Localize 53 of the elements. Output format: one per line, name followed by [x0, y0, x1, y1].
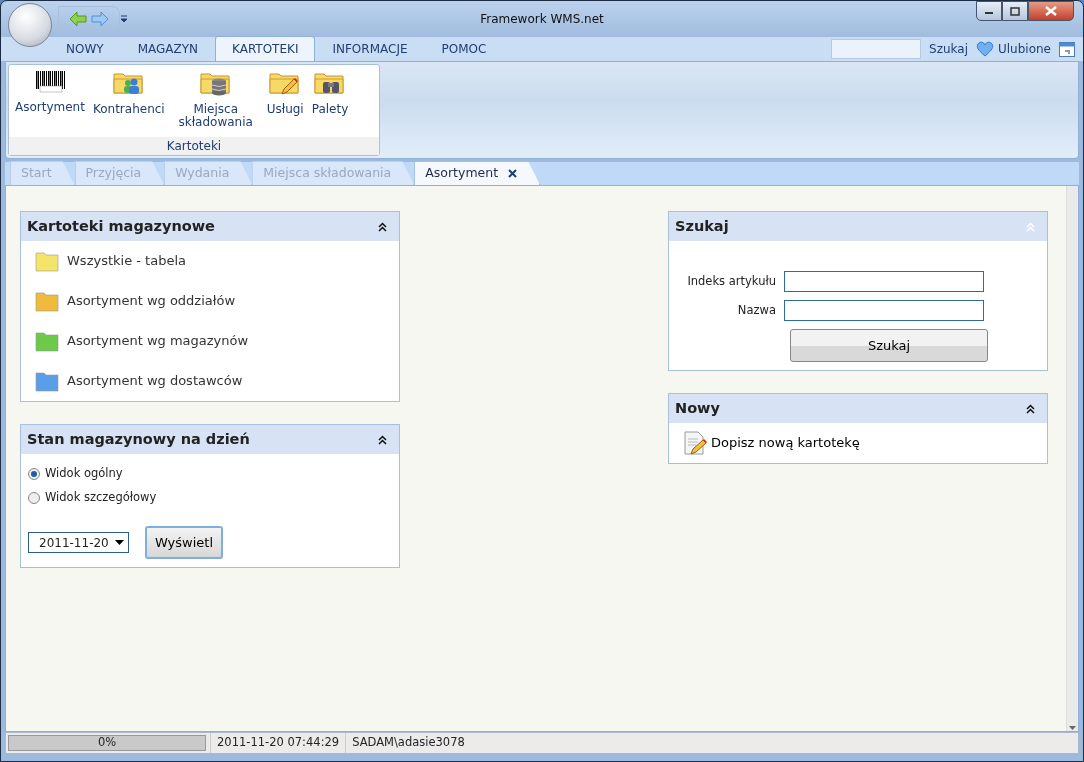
window-title: Framework WMS.net	[479, 11, 605, 28]
app-menu-orb[interactable]	[8, 3, 52, 47]
window-layout-icon[interactable]	[1059, 41, 1075, 57]
status-datetime: 2011-11-20 07:44:29	[210, 733, 346, 753]
ribbon-tab[interactable]: KARTOTEKI	[215, 36, 316, 61]
search-button[interactable]: Szukaj	[790, 329, 988, 362]
maximize-icon	[1010, 6, 1020, 16]
radio-option[interactable]: Widok ogólny	[28, 462, 123, 486]
field-label: Nazwa	[736, 301, 776, 319]
document-tab[interactable]: Asortyment	[414, 161, 541, 185]
ribbon-tab[interactable]: INFORMACJE	[315, 36, 425, 61]
ribbon-tab[interactable]: NOWY	[49, 36, 121, 61]
ribbon-tab[interactable]: POMOC	[424, 36, 504, 61]
ribbon-button[interactable]: Miejsca składowania	[168, 69, 263, 137]
show-button[interactable]: Wyświetl	[145, 526, 223, 559]
input-field[interactable]	[784, 271, 984, 292]
collapse-icon[interactable]	[1026, 403, 1035, 414]
folder-link[interactable]: Wszystkie - tabela	[35, 241, 186, 281]
ribbon-button[interactable]: Kontrahenci	[88, 69, 169, 137]
panel-title: Stan magazynowy na dzień	[27, 429, 250, 449]
close-button[interactable]	[1028, 1, 1074, 21]
new-record-link[interactable]: Dopisz nową kartotekę	[683, 431, 860, 455]
progress-reading: 0%	[97, 734, 117, 752]
ribbon-button[interactable]: Asortyment	[11, 69, 89, 137]
favorites-link[interactable]: Ulubione	[998, 40, 1051, 58]
minimize-button[interactable]	[976, 1, 1002, 21]
panel-title: Nowy	[675, 398, 720, 418]
folder-link[interactable]: Asortyment wg oddziałów	[35, 281, 236, 321]
field-label: Indeks artykułu	[686, 272, 776, 290]
input-field[interactable]	[784, 300, 984, 321]
close-icon	[1045, 6, 1057, 16]
radio-option[interactable]: Widok szczegółowy	[28, 486, 157, 510]
panel-title: Szukaj	[675, 216, 729, 236]
search-field[interactable]	[831, 39, 922, 59]
ribbon-group-label: Kartoteki	[9, 137, 379, 155]
caret-icon	[115, 540, 124, 545]
quick-access-dropdown-icon[interactable]	[120, 15, 128, 23]
document-pencil-icon	[683, 431, 707, 455]
status-user: SADAM\adasie3078	[345, 733, 471, 753]
folder-link[interactable]: Asortyment wg magazynów	[35, 321, 249, 361]
ribbon-button[interactable]: Palety	[307, 69, 353, 137]
scroll-down-arrow-icon[interactable]	[1069, 726, 1076, 731]
collapse-icon[interactable]	[378, 221, 387, 232]
search-link[interactable]: Szukaj	[929, 40, 968, 58]
ribbon-button[interactable]: Usługi	[262, 69, 308, 137]
date-dropdown[interactable]: 2011-11-20	[28, 532, 129, 553]
ribbon-tab[interactable]: MAGAZYN	[120, 36, 215, 61]
collapse-icon[interactable]	[378, 434, 387, 445]
close-icon[interactable]	[508, 169, 518, 179]
maximize-button[interactable]	[1002, 1, 1028, 21]
folder-link[interactable]: Asortyment wg dostawców	[35, 361, 243, 401]
heart-icon	[976, 41, 994, 57]
panel-title: Kartoteki magazynowe	[27, 216, 215, 236]
